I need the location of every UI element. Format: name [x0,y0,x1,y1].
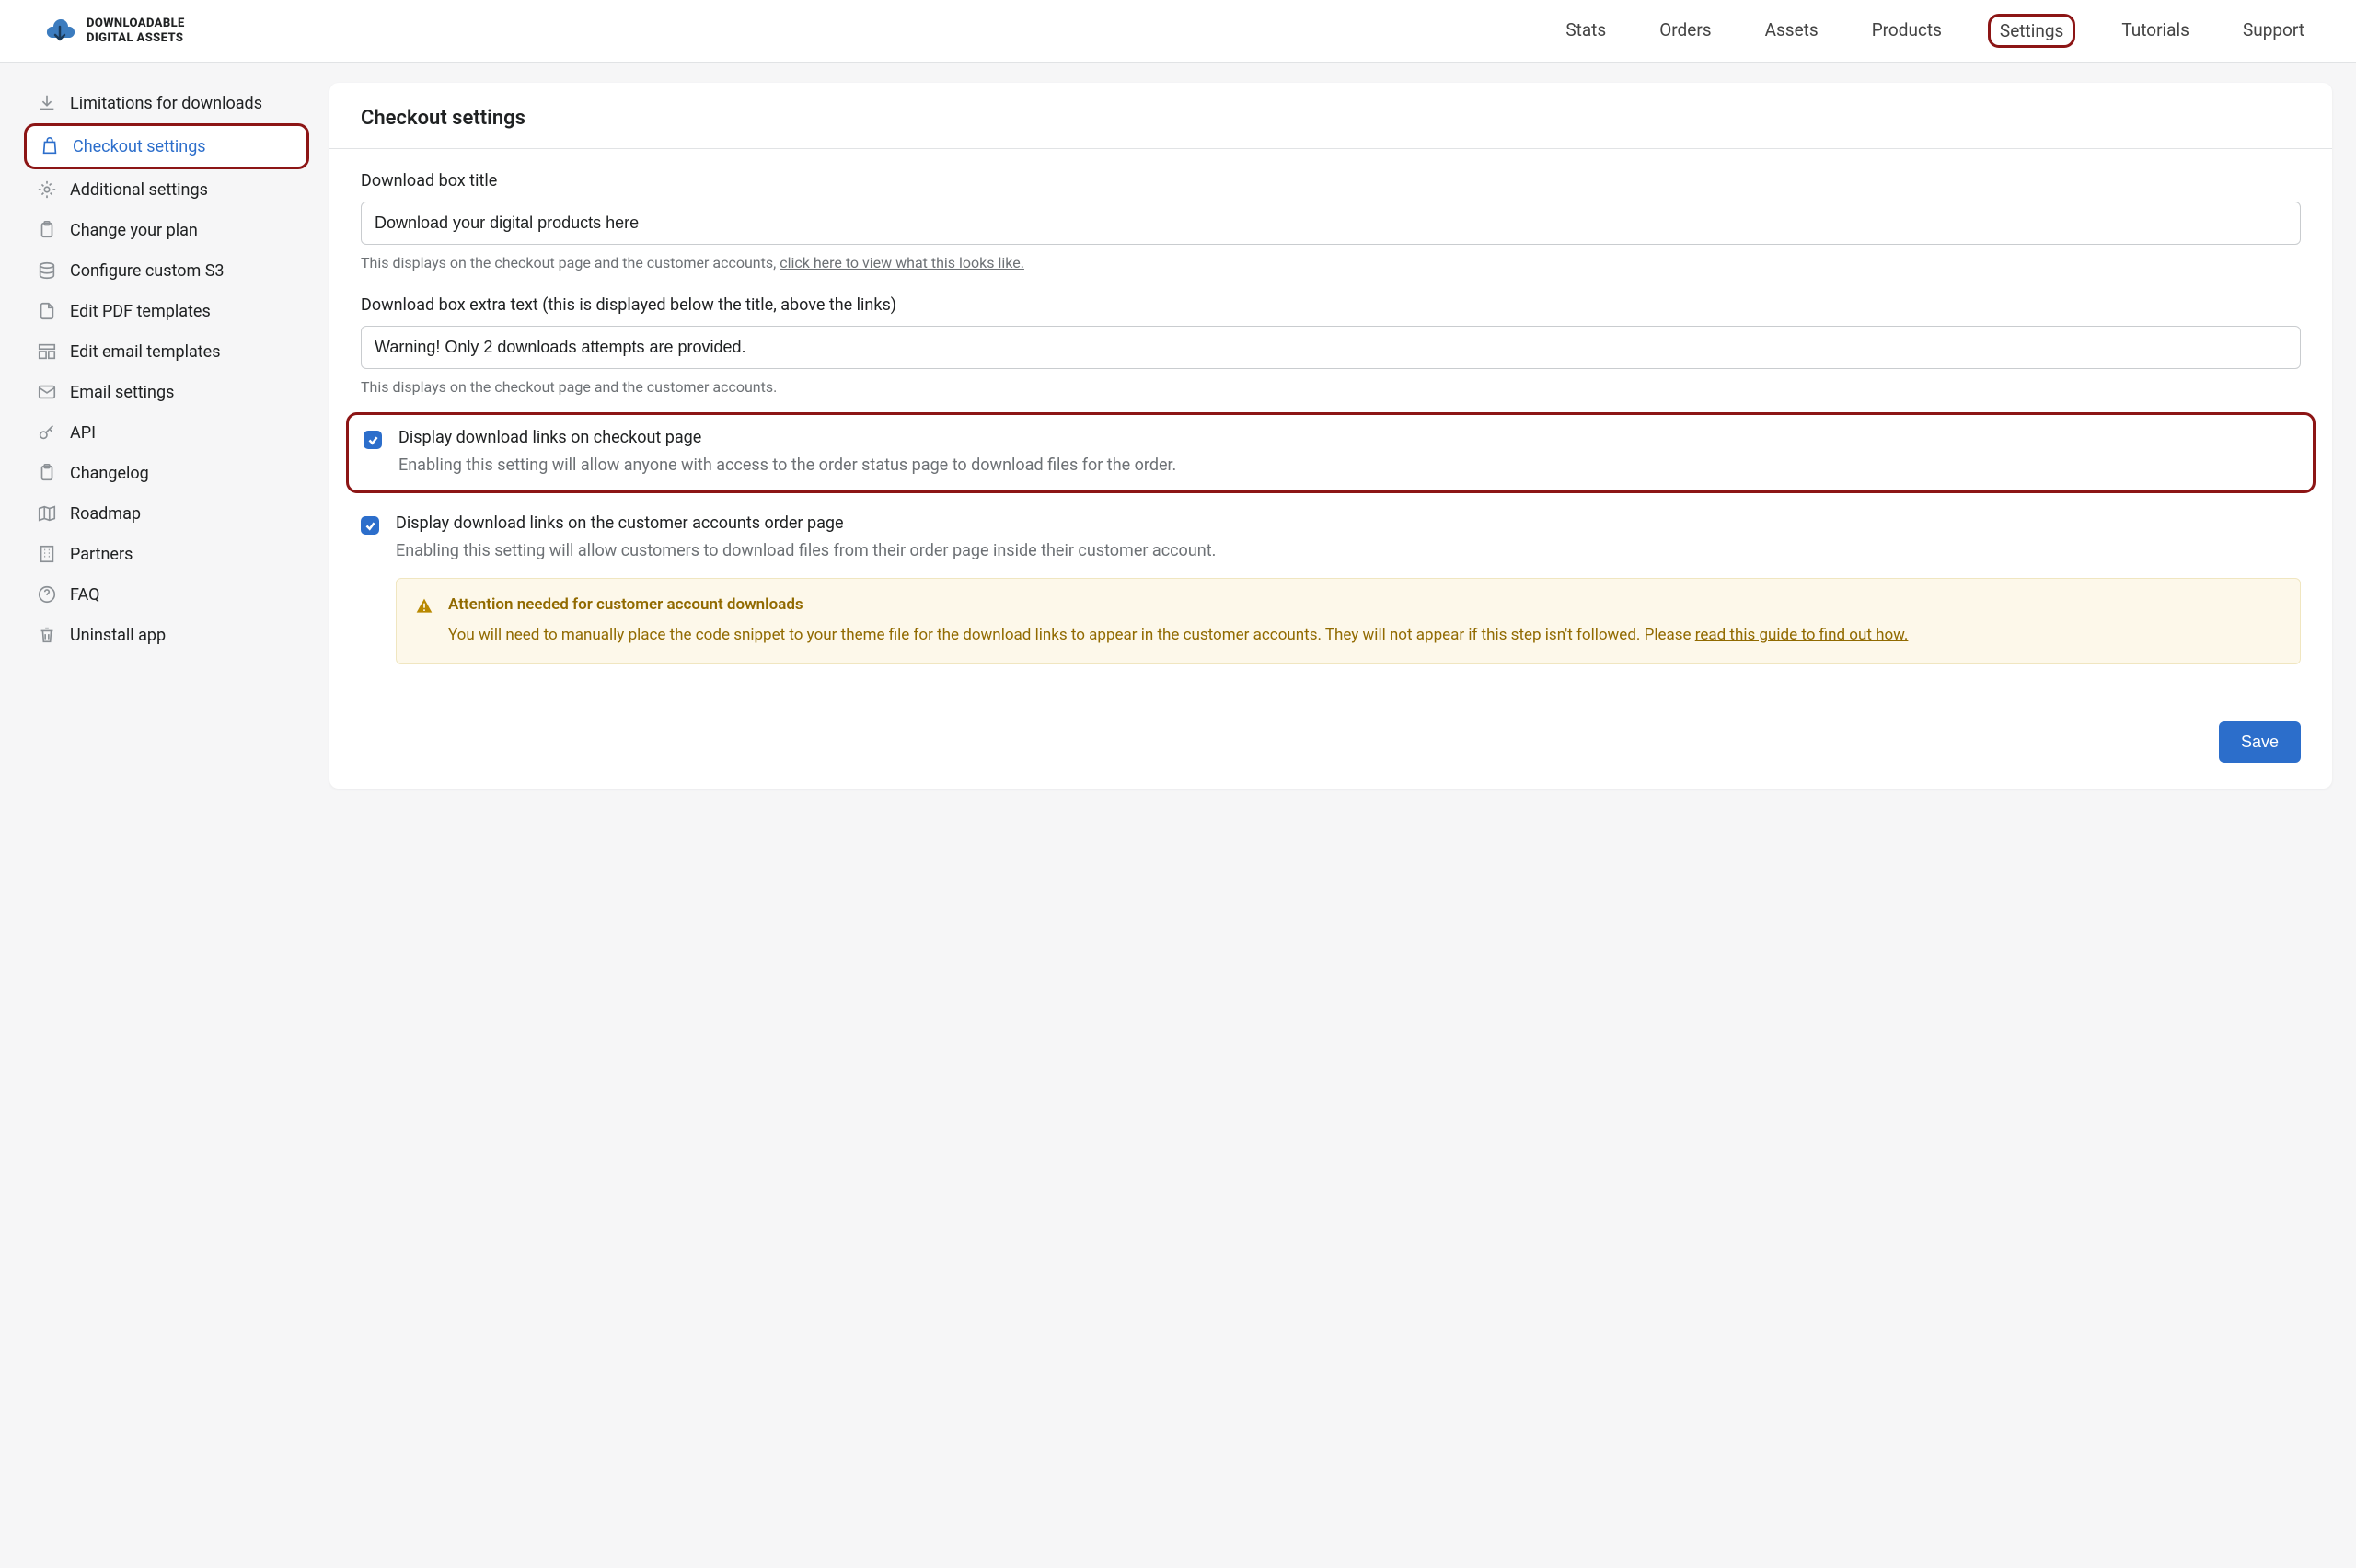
checkbox-display-links-customer-accounts: Display download links on the customer a… [361,501,2301,677]
sidebar-item-additional-settings[interactable]: Additional settings [24,169,309,210]
sidebar-item-edit-email-templates[interactable]: Edit email templates [24,331,309,372]
sidebar-item-label: Uninstall app [70,626,166,645]
alert-text: You will need to manually place the code… [448,623,2281,647]
preview-link[interactable]: click here to view what this looks like. [780,254,1024,271]
sidebar: Limitations for downloads Checkout settin… [24,83,309,789]
file-icon [37,301,57,321]
download-box-title-input[interactable] [361,202,2301,245]
checkmark-icon [367,434,379,446]
checkbox-description: Enabling this setting will allow anyone … [398,453,2298,478]
nav-settings[interactable]: Settings [1988,14,2075,48]
sidebar-item-label: Checkout settings [73,137,206,156]
nav-support[interactable]: Support [2235,14,2312,48]
trash-icon [37,625,57,645]
bag-icon [40,136,60,156]
nav-orders[interactable]: Orders [1652,14,1718,48]
sidebar-item-label: Partners [70,545,133,564]
clipboard-icon [37,463,57,483]
sidebar-item-label: Email settings [70,383,174,402]
checkbox-description: Enabling this setting will allow custome… [396,538,2301,563]
mail-icon [37,382,57,402]
sidebar-item-faq[interactable]: FAQ [24,574,309,615]
sidebar-item-email-settings[interactable]: Email settings [24,372,309,412]
nav-stats[interactable]: Stats [1558,14,1613,48]
sidebar-item-label: FAQ [70,585,99,605]
sidebar-item-label: Configure custom S3 [70,261,225,281]
clipboard-icon [37,220,57,240]
main-panel: Checkout settings Download box title Thi… [329,83,2332,789]
brand-text: DOWNLOADABLE DIGITAL ASSETS [87,17,185,45]
help-text: This displays on the checkout page and t… [361,254,2301,271]
brand-logo[interactable]: DOWNLOADABLE DIGITAL ASSETS [44,16,185,47]
download-box-extra-input[interactable] [361,326,2301,369]
sidebar-item-change-your-plan[interactable]: Change your plan [24,210,309,250]
logo-cloud-icon [44,16,75,47]
building-icon [37,544,57,564]
field-download-box-title: Download box title This displays on the … [361,171,2301,271]
checkbox-input[interactable] [364,431,382,449]
database-icon [37,260,57,281]
save-button[interactable]: Save [2219,721,2301,763]
sidebar-item-label: Limitations for downloads [70,94,262,113]
sidebar-item-label: Additional settings [70,180,208,200]
checkbox-label: Display download links on the customer a… [396,513,2301,533]
nav-tutorials[interactable]: Tutorials [2114,14,2197,48]
sidebar-item-roadmap[interactable]: Roadmap [24,493,309,534]
sidebar-item-changelog[interactable]: Changelog [24,453,309,493]
sidebar-item-label: API [70,423,96,443]
help-text: This displays on the checkout page and t… [361,378,2301,396]
app-header: DOWNLOADABLE DIGITAL ASSETS Stats Orders A… [0,0,2356,63]
form-footer: Save [329,699,2332,789]
sidebar-item-label: Change your plan [70,221,198,240]
sidebar-item-edit-pdf-templates[interactable]: Edit PDF templates [24,291,309,331]
sidebar-item-label: Edit email templates [70,342,221,362]
attention-alert: Attention needed for customer account do… [396,578,2301,664]
download-icon [37,93,57,113]
map-icon [37,503,57,524]
sidebar-item-configure-custom-s3[interactable]: Configure custom S3 [24,250,309,291]
sidebar-item-limitations-for-downloads[interactable]: Limitations for downloads [24,83,309,123]
field-label: Download box extra text (this is display… [361,295,2301,315]
checkbox-input[interactable] [361,516,379,535]
settings-form: Download box title This displays on the … [329,149,2332,699]
help-icon [37,584,57,605]
alert-title: Attention needed for customer account do… [448,595,2281,614]
top-nav: Stats Orders Assets Products Settings Tutoria… [1558,14,2312,48]
nav-assets[interactable]: Assets [1758,14,1826,48]
sidebar-item-label: Roadmap [70,504,141,524]
field-download-box-extra: Download box extra text (this is display… [361,295,2301,396]
gear-icon [37,179,57,200]
guide-link[interactable]: read this guide to find out how. [1695,626,1909,644]
sidebar-item-partners[interactable]: Partners [24,534,309,574]
sidebar-item-label: Changelog [70,464,149,483]
layout-icon [37,341,57,362]
page-title: Checkout settings [329,83,2332,149]
checkbox-label: Display download links on checkout page [398,428,2298,447]
nav-products[interactable]: Products [1865,14,1949,48]
sidebar-item-uninstall-app[interactable]: Uninstall app [24,615,309,655]
sidebar-item-label: Edit PDF templates [70,302,211,321]
warning-icon [415,597,433,616]
checkbox-display-links-checkout: Display download links on checkout page … [346,412,2316,493]
key-icon [37,422,57,443]
field-label: Download box title [361,171,2301,190]
sidebar-item-checkout-settings[interactable]: Checkout settings [24,123,309,169]
sidebar-item-api[interactable]: API [24,412,309,453]
checkmark-icon [364,520,376,532]
